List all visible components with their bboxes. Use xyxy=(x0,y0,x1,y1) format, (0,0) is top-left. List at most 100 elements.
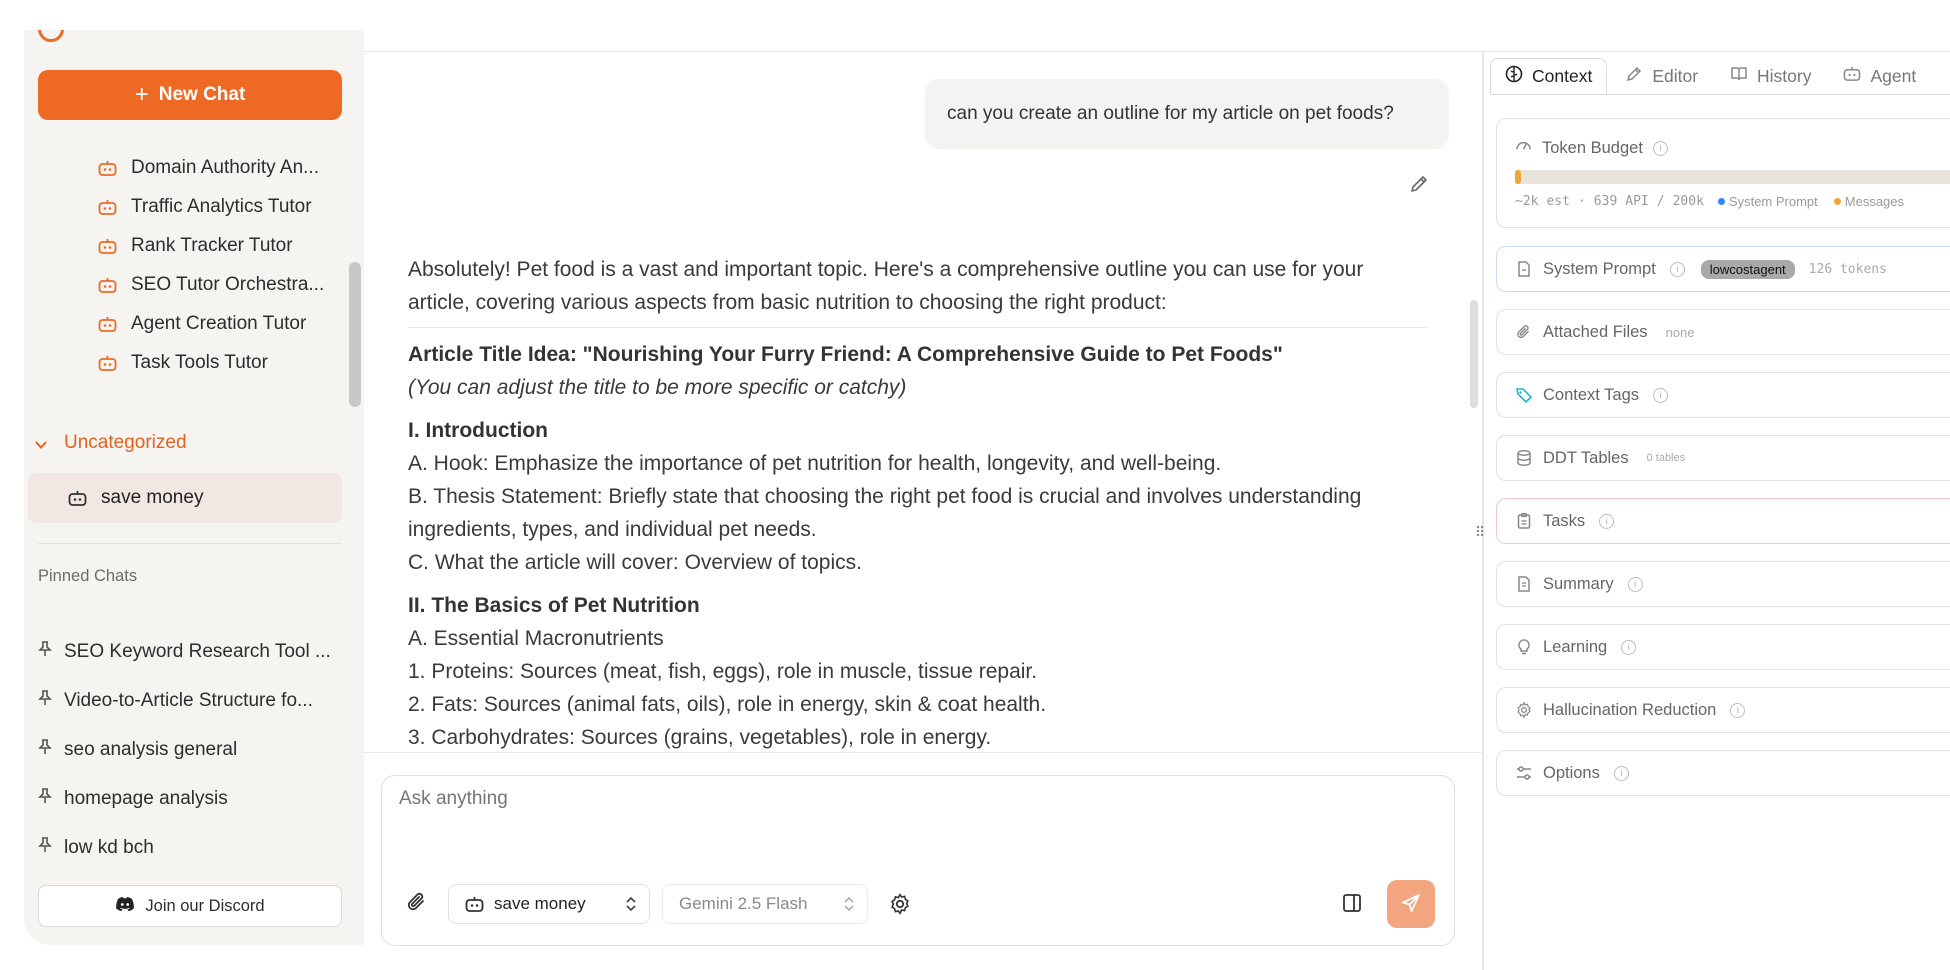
right-panel-tabs: Context Editor History Agent xyxy=(1490,58,1930,94)
ddt-tables-label: DDT Tables xyxy=(1543,448,1629,467)
model-select[interactable]: Gemini 2.5 Flash xyxy=(662,884,868,924)
gauge-icon xyxy=(1515,137,1532,159)
legend-messages-label: Messages xyxy=(1844,194,1905,209)
tag-icon xyxy=(1515,386,1533,404)
sidebar-agent-item[interactable]: Rank Tracker Tutor xyxy=(98,231,293,261)
paperclip-icon[interactable] xyxy=(406,890,428,914)
sidebar-agent-item[interactable]: SEO Tutor Orchestra... xyxy=(98,270,324,300)
info-icon[interactable]: i xyxy=(1653,387,1669,403)
hallucination-reduction-card[interactable]: Hallucination Reduction i xyxy=(1496,687,1950,733)
info-icon[interactable]: i xyxy=(1652,140,1668,156)
pinned-chats-title: Pinned Chats xyxy=(38,567,138,585)
pinned-chat-item[interactable]: SEO Keyword Research Tool ... xyxy=(38,637,342,667)
ddt-tables-value: 0 tables xyxy=(1646,452,1686,464)
chat-scrollbar[interactable] xyxy=(1470,300,1478,408)
tab-label: Agent xyxy=(1870,65,1917,86)
panel-toggle-icon[interactable] xyxy=(1340,891,1364,915)
learning-card[interactable]: Learning i xyxy=(1496,624,1950,670)
tab-context[interactable]: Context xyxy=(1490,58,1608,94)
token-api: 639 xyxy=(1593,194,1618,209)
agent-label: Agent Creation Tutor xyxy=(131,313,307,334)
group-uncategorized[interactable]: Uncategorized xyxy=(34,432,187,454)
pinned-chat-label: seo analysis general xyxy=(64,739,238,760)
assistant-intro: Absolutely! Pet food is a vast and impor… xyxy=(408,258,1364,314)
send-button[interactable] xyxy=(1387,880,1435,928)
divider xyxy=(38,543,342,544)
group-label: Uncategorized xyxy=(64,432,187,453)
outline-line: A. Essential Macronutrients xyxy=(408,627,664,650)
separator: · xyxy=(1577,194,1586,209)
agent-label: SEO Tutor Orchestra... xyxy=(131,274,325,295)
robot-icon xyxy=(98,355,117,372)
pinned-chat-item[interactable]: low kd bch xyxy=(38,833,342,863)
send-icon xyxy=(1400,892,1422,917)
robot-icon xyxy=(68,490,87,507)
info-icon[interactable]: i xyxy=(1669,261,1685,277)
pen-icon xyxy=(1625,65,1643,88)
logo-icon[interactable] xyxy=(38,30,64,42)
tab-editor[interactable]: Editor xyxy=(1611,58,1712,94)
chevron-down-icon xyxy=(34,436,48,450)
sidebar-agent-item[interactable]: Agent Creation Tutor xyxy=(98,309,306,339)
chat-label: save money xyxy=(101,487,204,508)
lightbulb-icon xyxy=(1515,638,1533,656)
outline-line: 3. Carbohydrates: Sources (grains, veget… xyxy=(408,726,992,749)
tab-history[interactable]: History xyxy=(1716,58,1825,94)
robot-icon xyxy=(1843,66,1861,87)
system-prompt-label: System Prompt xyxy=(1543,259,1656,278)
agent-select[interactable]: save money xyxy=(448,884,650,924)
agent-select-value: save money xyxy=(494,894,586,913)
legend-dot xyxy=(1717,198,1725,205)
info-icon[interactable]: i xyxy=(1730,702,1746,718)
context-tags-card[interactable]: Context Tags i xyxy=(1496,372,1950,418)
sidebar-agent-item[interactable]: Domain Authority An... xyxy=(98,153,319,183)
info-icon[interactable]: i xyxy=(1599,513,1615,529)
options-card[interactable]: Options i xyxy=(1496,750,1950,796)
token-budget-header: Token Budget i xyxy=(1515,137,1668,159)
attached-files-card[interactable]: Attached Files none xyxy=(1496,309,1950,355)
plus-icon: + xyxy=(134,81,149,108)
system-prompt-card[interactable]: System Prompt i lowcostagent 126 tokens xyxy=(1496,246,1950,292)
info-icon[interactable]: i xyxy=(1627,576,1643,592)
summary-label: Summary xyxy=(1543,574,1614,593)
token-budget-card[interactable]: Token Budget i ~2k est · 639 API / 200k … xyxy=(1496,118,1950,228)
pinned-chat-label: low kd bch xyxy=(64,837,154,858)
pinned-chat-item[interactable]: homepage analysis xyxy=(38,784,342,814)
robot-icon xyxy=(98,199,117,216)
token-api-label: API xyxy=(1625,194,1649,209)
tasks-label: Tasks xyxy=(1543,511,1586,530)
agent-badge: lowcostagent xyxy=(1700,259,1795,279)
sidebar-scrollbar[interactable] xyxy=(349,262,361,407)
ask-input[interactable] xyxy=(399,788,999,810)
tab-label: Editor xyxy=(1652,65,1699,86)
summary-card[interactable]: Summary i xyxy=(1496,561,1950,607)
new-chat-button[interactable]: + New Chat xyxy=(38,70,342,120)
token-budget-label: Token Budget xyxy=(1542,138,1643,157)
divider xyxy=(408,327,1428,328)
tab-agent[interactable]: Agent xyxy=(1829,58,1930,94)
robot-icon xyxy=(98,160,117,177)
attached-files-value: none xyxy=(1665,324,1695,340)
learning-label: Learning xyxy=(1543,637,1608,656)
pinned-chat-item[interactable]: Video-to-Article Structure fo... xyxy=(38,686,342,716)
sidebar-chat-active[interactable]: save money xyxy=(28,473,342,523)
settings-gear-icon[interactable] xyxy=(888,892,912,916)
info-icon[interactable]: i xyxy=(1613,765,1629,781)
edit-message-icon[interactable] xyxy=(1408,173,1430,195)
info-icon[interactable]: i xyxy=(1621,639,1637,655)
pin-icon xyxy=(38,788,52,810)
agent-label: Rank Tracker Tutor xyxy=(131,235,293,256)
chevron-updown-icon xyxy=(625,895,637,913)
sidebar-agent-item[interactable]: Traffic Analytics Tutor xyxy=(98,192,312,222)
title-note: (You can adjust the title to be more spe… xyxy=(408,376,907,399)
attached-files-label: Attached Files xyxy=(1543,322,1648,341)
pinned-chat-item[interactable]: seo analysis general xyxy=(38,735,342,765)
document-icon xyxy=(1515,575,1533,593)
tasks-card[interactable]: Tasks i xyxy=(1496,498,1950,544)
ddt-tables-card[interactable]: DDT Tables 0 tables xyxy=(1496,435,1950,481)
clipboard-icon xyxy=(1515,512,1533,530)
token-budget-bar xyxy=(1515,170,1950,184)
join-discord-button[interactable]: Join our Discord xyxy=(38,885,342,927)
resize-handle[interactable]: ⠿ xyxy=(1475,524,1489,542)
sidebar-agent-item[interactable]: Task Tools Tutor xyxy=(98,348,268,378)
